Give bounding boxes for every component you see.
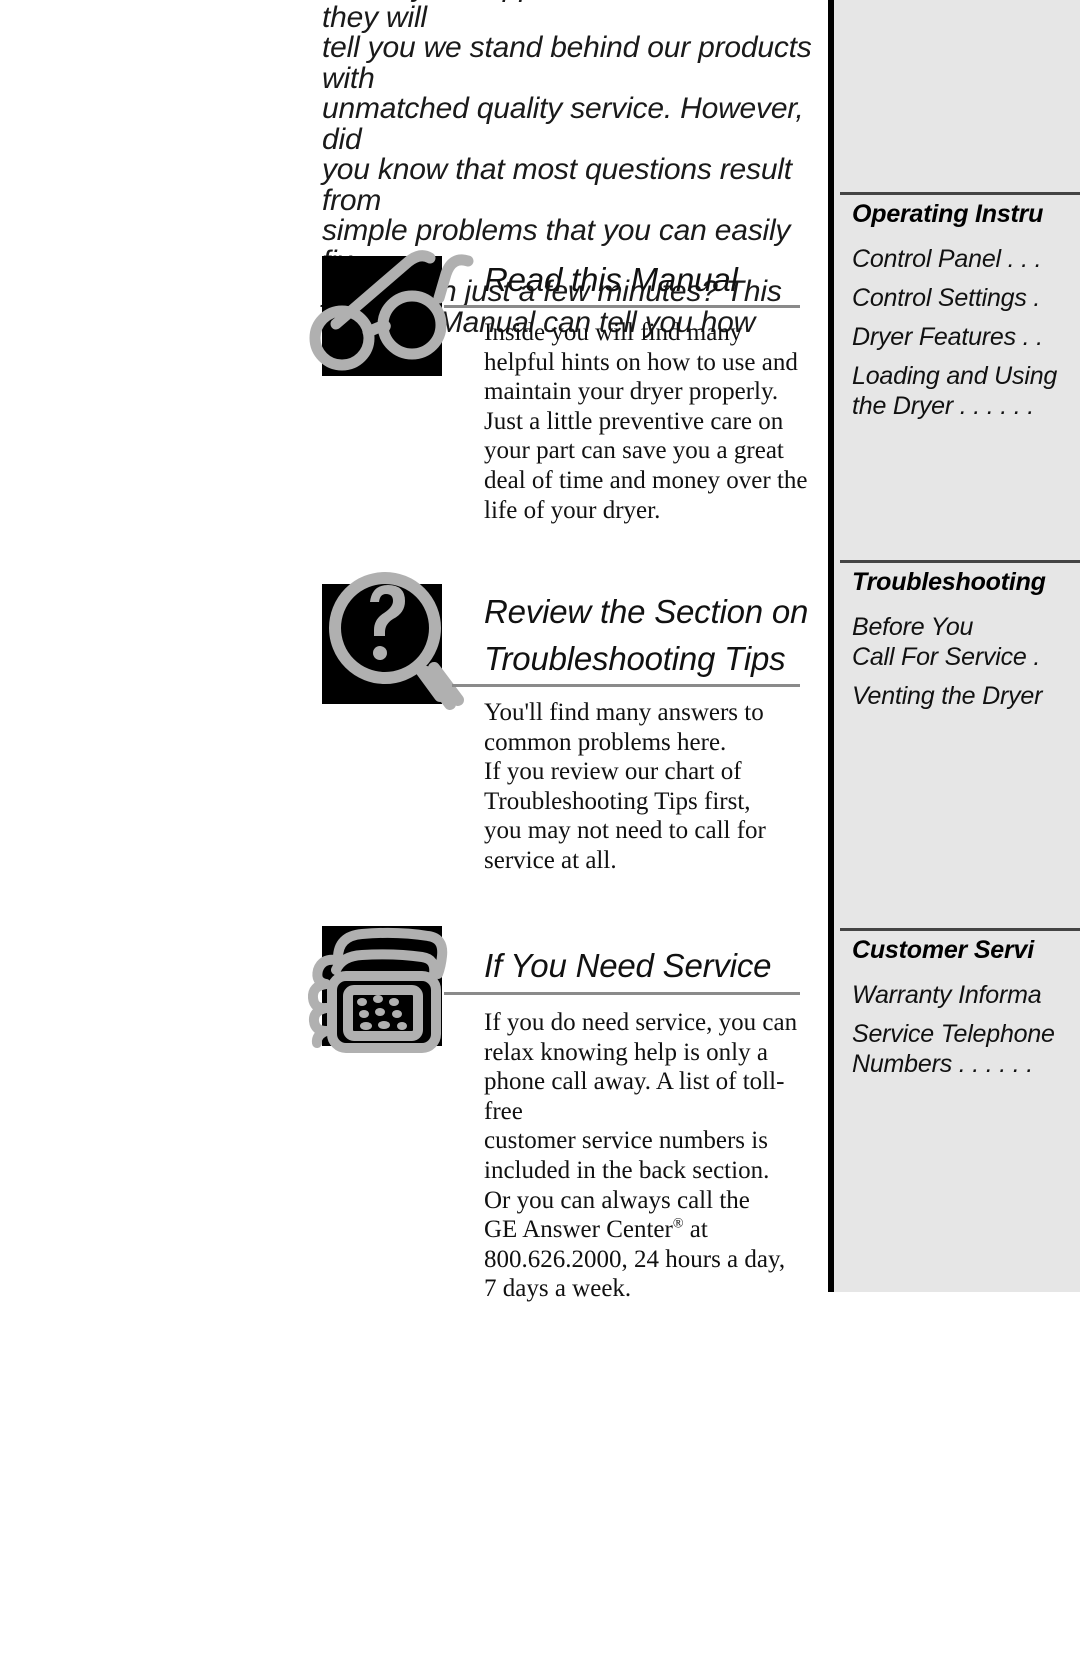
heading-rule (444, 305, 800, 308)
magnifying-glass-icon-backdrop (322, 584, 442, 704)
sidebar-item-control-panel[interactable]: Control Panel . . . (852, 244, 1042, 274)
section-heading: Read this Manual (484, 261, 738, 298)
sidebar-item-venting-the-dryer[interactable]: Venting the Dryer (852, 681, 1042, 711)
section-body-part1: If you do need service, you can relax kn… (484, 1009, 798, 1244)
section-body: Inside you will find many helpful hints … (484, 319, 808, 524)
sidebar-item-loading-and-using-the-dryer[interactable]: Loading and Using the Dryer . . . . . . (852, 361, 1057, 421)
section-body: You'll find many answers to common probl… (484, 699, 766, 874)
sidebar-item-dryer-features[interactable]: Dryer Features . . (852, 322, 1043, 352)
heading-rule (452, 684, 800, 687)
registered-trademark-symbol: ® (672, 1216, 684, 1232)
eyeglasses-icon-backdrop (322, 256, 442, 376)
sidebar-item-warranty-information[interactable]: Warranty Informa (852, 980, 1042, 1010)
section-heading: If You Need Service (484, 947, 772, 984)
section-body: If you do need service, you can relax kn… (484, 1008, 814, 1304)
sidebar-section-title: Customer Servi (852, 936, 1034, 964)
sidebar-divider (840, 928, 1080, 931)
sidebar-section-title: Troubleshooting (852, 568, 1046, 596)
sidebar-item-service-telephone-numbers[interactable]: Service Telephone Numbers . . . . . . (852, 1019, 1055, 1079)
left-content-column: Ask any GE appliance owner and they will… (0, 0, 828, 1669)
telephone-icon-backdrop (322, 926, 442, 1046)
sidebar-item-control-settings[interactable]: Control Settings . (852, 283, 1040, 313)
heading-rule (444, 992, 800, 995)
sidebar-divider (840, 192, 1080, 195)
sidebar-divider (840, 560, 1080, 563)
sidebar-item-before-you-call-for-service[interactable]: Before You Call For Service . (852, 612, 1040, 672)
sidebar-section-title: Operating Instru (852, 200, 1044, 228)
manual-page: Ask any GE appliance owner and they will… (0, 0, 1080, 1669)
section-heading: Review the Section on Troubleshooting Ti… (484, 593, 809, 677)
table-of-contents-sidebar: Operating Instru Control Panel . . . Con… (828, 0, 1080, 1292)
